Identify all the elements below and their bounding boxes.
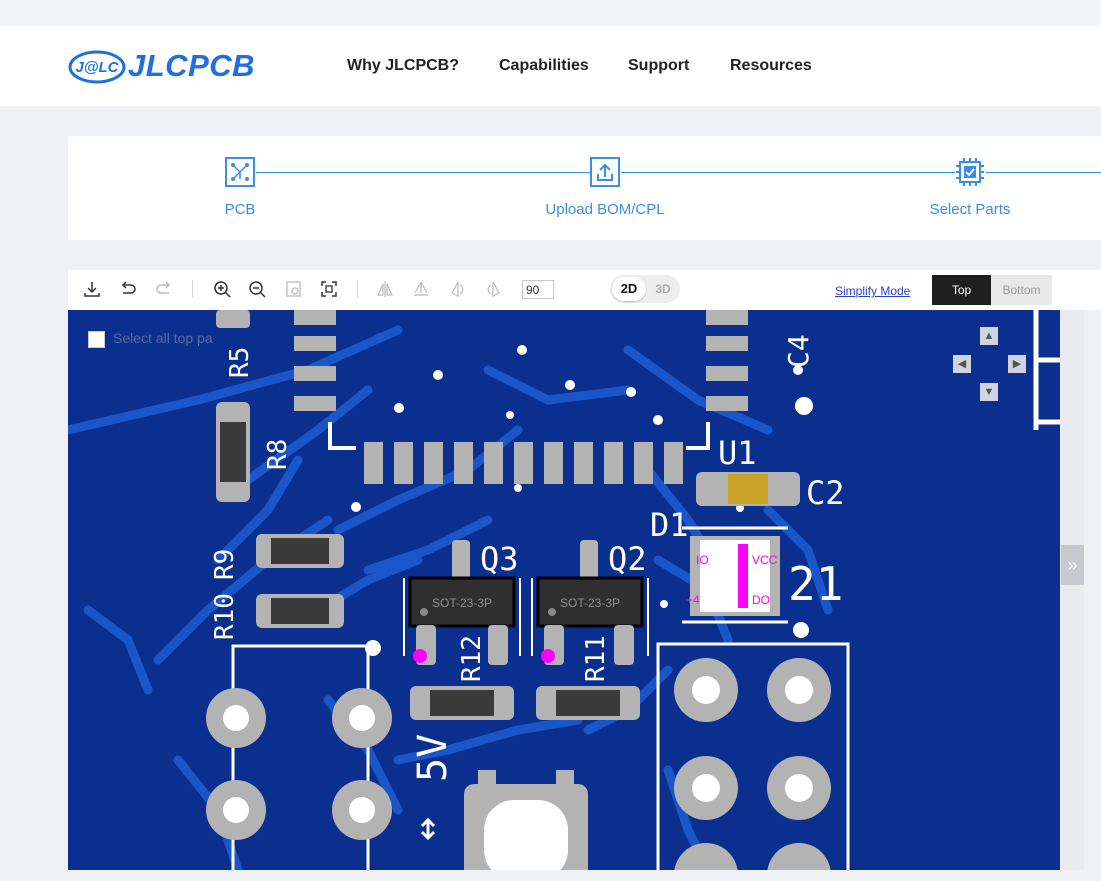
select-all-checkbox[interactable]	[88, 330, 105, 348]
d1-pin-plus4: +4	[686, 593, 700, 607]
nav-support[interactable]: Support	[628, 57, 689, 75]
label-r5: R5	[225, 347, 255, 378]
step-connector	[621, 172, 955, 173]
d1-pin-do: DO	[752, 593, 770, 607]
nav-capabilities[interactable]: Capabilities	[499, 57, 589, 75]
zoom-area-icon[interactable]	[284, 279, 304, 299]
jlc-logo-icon: J@LC	[68, 50, 126, 84]
d1-pin-io: IO	[696, 553, 709, 567]
label-21: 21	[788, 557, 843, 611]
logo-text: JLCPCB	[128, 48, 256, 83]
select-all-top-parts[interactable]: Select all top pa	[88, 330, 213, 348]
pan-down-button[interactable]: ▼	[980, 383, 998, 401]
nav-resources[interactable]: Resources	[730, 57, 812, 75]
label-u1: U1	[718, 434, 757, 472]
chip-check-icon[interactable]	[954, 156, 986, 188]
rotation-angle-input[interactable]: 90	[522, 280, 554, 299]
simplify-mode-link[interactable]: Simplify Mode	[835, 284, 910, 298]
label-q2: Q2	[608, 540, 647, 578]
label-r8: R8	[263, 439, 293, 470]
step-upload-label[interactable]: Upload BOM/CPL	[505, 201, 705, 218]
label-r11: R11	[581, 635, 611, 682]
top-strip	[0, 0, 1101, 26]
expand-panel-button[interactable]: »	[1061, 545, 1084, 585]
nav-why-jlcpcb[interactable]: Why JLCPCB?	[347, 57, 459, 75]
d1-pin-vcc: VCC	[752, 553, 778, 567]
rotate-left-icon[interactable]	[448, 279, 468, 299]
pan-left-button[interactable]: ◀	[953, 355, 971, 373]
step-connector	[256, 172, 590, 173]
label-r10: R10	[210, 593, 240, 640]
toolbar-divider	[192, 280, 193, 298]
layer-top-button[interactable]: Top	[932, 275, 991, 305]
flip-horizontal-icon[interactable]	[375, 279, 395, 299]
redo-icon[interactable]	[154, 279, 174, 299]
zoom-in-icon[interactable]	[212, 279, 232, 299]
flip-vertical-icon[interactable]	[411, 279, 431, 299]
bottom-strip	[0, 870, 1101, 881]
label-q3: Q3	[480, 540, 519, 578]
pan-right-button[interactable]: ▶	[1008, 355, 1026, 373]
step-connector	[986, 172, 1101, 173]
label-r12: R12	[457, 635, 487, 682]
step-select-parts-label[interactable]: Select Parts	[870, 201, 1070, 218]
label-d1: D1	[650, 506, 689, 544]
pcb-canvas[interactable]: SOT-23-3P SOT-23-3P IO VCC +4 DO R5 R8 R…	[68, 310, 1060, 870]
download-icon[interactable]	[82, 279, 102, 299]
q2-package-label: SOT-23-3P	[560, 596, 620, 610]
select-all-label: Select all top pa	[113, 330, 213, 346]
pan-up-button[interactable]: ▲	[980, 327, 998, 345]
upload-icon[interactable]	[589, 156, 621, 188]
view-mode-toggle: 2D 3D	[610, 275, 680, 303]
q3-package-label: SOT-23-3P	[432, 596, 492, 610]
rotate-right-icon[interactable]	[483, 279, 503, 299]
right-panel-gutter	[1060, 310, 1084, 870]
layer-bottom-button[interactable]: Bottom	[991, 275, 1052, 305]
view-2d-button[interactable]: 2D	[612, 277, 646, 301]
fit-screen-icon[interactable]	[319, 279, 339, 299]
viewer-toolbar: 90 2D 3D Simplify Mode Top Bottom	[68, 270, 1101, 310]
view-3d-button[interactable]: 3D	[648, 277, 678, 301]
zoom-out-icon[interactable]	[247, 279, 267, 299]
jlcpcb-logo[interactable]: J@LC JLCPCB	[68, 46, 268, 88]
step-pcb-label[interactable]: PCB	[140, 201, 340, 218]
label-r9: R9	[210, 549, 240, 580]
label-c4: C4	[782, 334, 815, 368]
logo-badge-text: J@LC	[76, 59, 120, 76]
label-5v: 5V	[410, 734, 456, 782]
toolbar-divider	[357, 280, 358, 298]
pcb-board-render: SOT-23-3P SOT-23-3P IO VCC +4 DO R5 R8 R…	[68, 310, 1060, 870]
undo-icon[interactable]	[118, 279, 138, 299]
label-c2: C2	[806, 474, 845, 512]
pcb-icon[interactable]	[224, 156, 256, 188]
order-steps: PCB Upload BOM/CPL Select Parts	[68, 136, 1101, 240]
